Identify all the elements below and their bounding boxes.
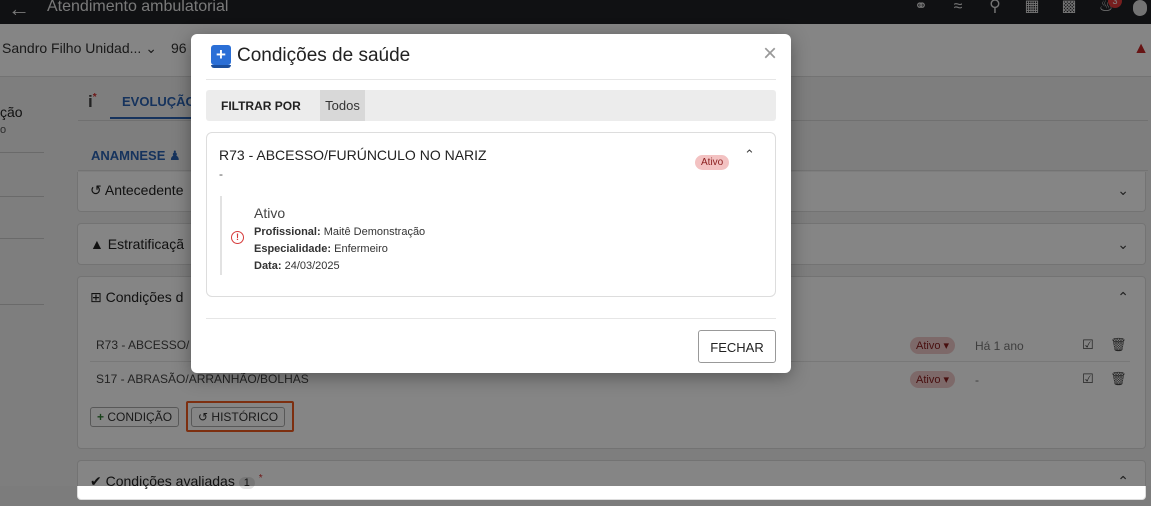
condition-title: R73 - ABCESSO/FURÚNCULO NO NARIZ bbox=[219, 147, 487, 163]
condition-history-card: R73 - ABCESSO/FURÚNCULO NO NARIZ - Ativo… bbox=[206, 132, 776, 297]
modal-divider bbox=[206, 79, 776, 80]
entry-profissional: Profissional: Maitê Demonstração bbox=[254, 226, 426, 238]
filter-option-todos[interactable]: Todos bbox=[320, 90, 365, 121]
timeline-line bbox=[220, 196, 222, 275]
entry-data: Data: 24/03/2025 bbox=[254, 260, 340, 272]
modal-divider bbox=[206, 318, 776, 319]
filter-label: FILTRAR POR bbox=[221, 99, 301, 113]
entry-status: Ativo bbox=[254, 205, 286, 221]
modal-title: Condições de saúde bbox=[237, 45, 411, 66]
close-icon[interactable]: × bbox=[763, 42, 777, 66]
health-conditions-modal: + Condições de saúde × FILTRAR POR Todos… bbox=[191, 34, 791, 373]
condition-subtitle: - bbox=[219, 167, 223, 181]
entry-especialidade: Especialidade: Enfermeiro bbox=[254, 243, 388, 255]
medical-book-icon: + bbox=[211, 45, 231, 68]
filter-bar: FILTRAR POR Todos bbox=[206, 90, 776, 121]
chevron-up-icon[interactable]: ⌃ bbox=[744, 147, 755, 163]
alert-circle-icon: ! bbox=[231, 231, 244, 244]
status-badge: Ativo bbox=[695, 155, 730, 170]
close-button[interactable]: FECHAR bbox=[698, 330, 776, 363]
